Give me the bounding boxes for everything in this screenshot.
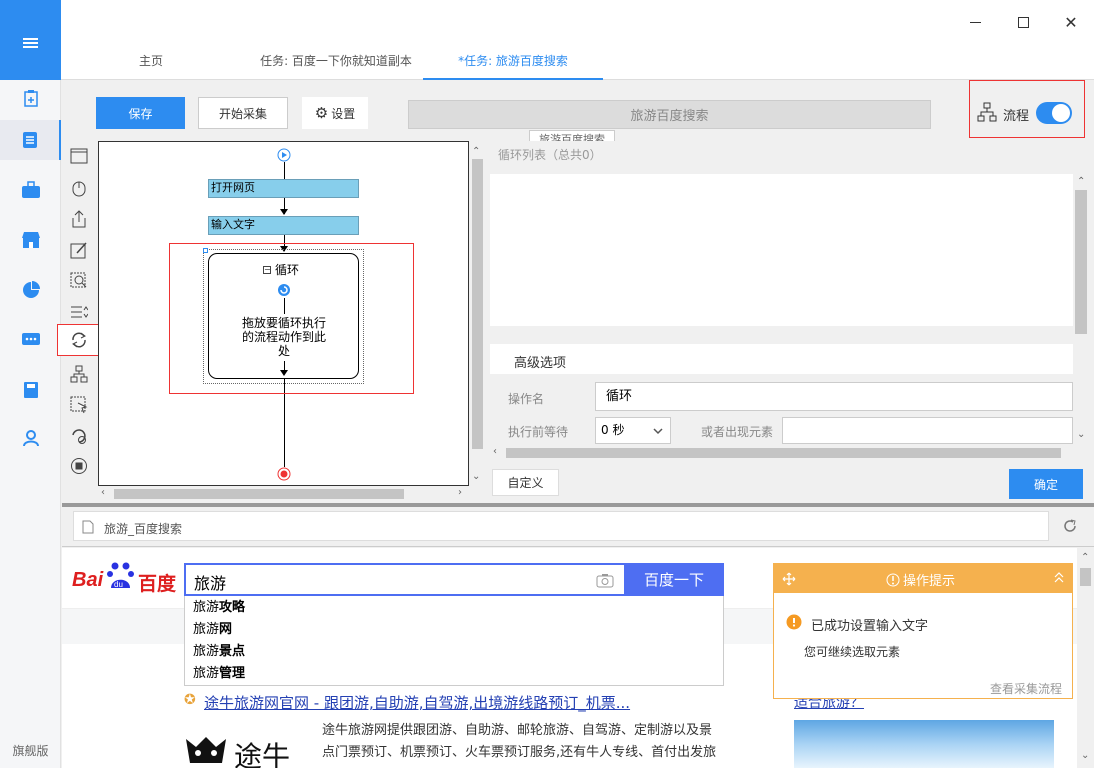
- flow-label: 流程: [1003, 109, 1030, 124]
- loop-list-box[interactable]: [490, 174, 1073, 326]
- wait-select[interactable]: 0 秒: [595, 417, 671, 444]
- advanced-label: 高级选项: [514, 356, 567, 371]
- view-flow-link[interactable]: 查看采集流程: [990, 680, 1062, 697]
- wait-value: 0 秒: [601, 423, 625, 437]
- canvas-hscroll[interactable]: ‹ ›: [98, 487, 469, 501]
- new-task-icon[interactable]: [0, 78, 61, 118]
- maximize-icon[interactable]: [1011, 10, 1035, 34]
- result-favicon: ✪: [184, 692, 196, 708]
- settings-button[interactable]: ⚙ 设置: [302, 97, 368, 129]
- warning-icon: [786, 614, 802, 630]
- tab-task-copy[interactable]: 任务: 百度一下你就知道副本: [241, 52, 431, 80]
- op-name-input[interactable]: 循环: [595, 382, 1073, 411]
- hint-title: 操作提示: [903, 574, 956, 589]
- op-name-label: 操作名: [508, 392, 545, 406]
- baidu-logo: Bai du 百度: [72, 558, 177, 598]
- operation-hint-panel: 操作提示 已成功设置输入文字 您可继续选取元素 查看采集流程: [773, 563, 1073, 699]
- loop-highlight: [169, 243, 414, 394]
- flow-node-input-text[interactable]: 输入文字: [208, 216, 359, 235]
- or-appear-label: 或者出现元素: [701, 425, 774, 439]
- suggestion-item[interactable]: 旅游管理: [185, 663, 723, 685]
- flow-node-open-page[interactable]: 打开网页: [208, 179, 359, 198]
- refresh-tool-icon[interactable]: [62, 420, 96, 452]
- start-node-icon: [277, 148, 291, 162]
- recognize-captcha-tool-icon[interactable]: [62, 265, 96, 297]
- or-appear-input[interactable]: [782, 417, 1073, 444]
- book-icon[interactable]: [0, 370, 61, 410]
- loop-list-label: 循环列表（总共0）: [498, 148, 602, 162]
- confirm-button[interactable]: 确定: [1009, 469, 1083, 499]
- suggestion-item[interactable]: 旅游网: [185, 619, 723, 641]
- click-element-tool-icon[interactable]: [62, 172, 96, 204]
- condition-tool-icon[interactable]: [62, 358, 96, 390]
- loop-tool-icon[interactable]: [57, 324, 100, 356]
- message-icon[interactable]: [0, 320, 61, 360]
- chart-pie-icon[interactable]: [0, 270, 61, 310]
- briefcase-icon[interactable]: [0, 170, 61, 210]
- tab-home[interactable]: 主页: [121, 52, 181, 80]
- baidu-search-input[interactable]: 旅游: [184, 563, 624, 596]
- minimize-icon[interactable]: [963, 10, 987, 34]
- save-button[interactable]: 保存: [96, 97, 185, 129]
- edition-label: 旗舰版: [12, 744, 49, 758]
- user-icon[interactable]: [0, 418, 61, 458]
- settings-label: 设置: [331, 106, 356, 121]
- config-panel: 循环列表（总共0） 高级选项 操作名 循环 执行前等待 0 秒 或者出现元素 ‹…: [490, 141, 1090, 503]
- browser-toolbar: 旅游_百度搜索: [62, 507, 1094, 547]
- tasks-icon[interactable]: [0, 120, 61, 160]
- hint-message: 已成功设置输入文字: [811, 619, 929, 634]
- gear-icon: ⚙: [314, 104, 329, 122]
- reload-icon[interactable]: [1062, 518, 1078, 534]
- move-icon[interactable]: [782, 572, 796, 586]
- chevron-down-icon: [653, 428, 663, 435]
- webpage-vscroll[interactable]: ⌃ ⌄: [1077, 548, 1094, 768]
- page-icon: [82, 520, 94, 534]
- tuniu-logo: 途牛: [184, 733, 302, 768]
- suggestion-dropdown: 旅游攻略 旅游网 旅游景点 旅游管理: [184, 596, 724, 686]
- stop-tool-icon[interactable]: [62, 450, 96, 482]
- end-node-icon: [277, 467, 291, 481]
- panel-hscroll[interactable]: ‹: [490, 446, 1073, 460]
- address-text: 旅游_百度搜索: [104, 522, 183, 536]
- suggestion-item[interactable]: 旅游攻略: [185, 597, 723, 619]
- hint-header[interactable]: 操作提示: [774, 564, 1072, 593]
- close-icon[interactable]: ✕: [1059, 10, 1083, 34]
- result-title-link[interactable]: 途牛旅游网官网 - 跟团游,自助游,自驾游,出境游线路预订_机票...: [204, 692, 674, 713]
- suggestion-item[interactable]: 旅游景点: [185, 641, 723, 663]
- input-text-tool-icon[interactable]: [62, 234, 96, 266]
- start-collect-button[interactable]: 开始采集: [198, 97, 288, 129]
- snippet-line-1: 途牛旅游网提供跟团游、自助游、邮轮旅游、自驾游、定制游以及景: [322, 723, 713, 738]
- info-icon: [886, 573, 900, 586]
- camera-icon[interactable]: [596, 573, 614, 588]
- title-bar: 主页 任务: 百度一下你就知道副本 *任务: 旅游百度搜索 ✕: [61, 0, 1094, 80]
- side-sky-image: [794, 720, 1054, 768]
- flow-toggle[interactable]: [1036, 102, 1072, 124]
- svg-text:du: du: [114, 580, 123, 589]
- snippet-line-2: 点门票预订、机票预订、火车票预订服务,还有牛人专线、首付出发旅: [322, 745, 717, 760]
- menu-toggle[interactable]: [0, 0, 61, 80]
- open-page-tool-icon[interactable]: [62, 140, 96, 172]
- tab-task-active[interactable]: *任务: 旅游百度搜索: [423, 52, 603, 80]
- baidu-search-button[interactable]: 百度一下: [624, 563, 724, 596]
- wait-label: 执行前等待: [508, 425, 569, 439]
- extract-data-tool-icon[interactable]: [62, 203, 96, 235]
- collapse-up-icon[interactable]: [1054, 572, 1064, 584]
- result-snippet: 途牛旅游网提供跟团游、自助游、邮轮旅游、自驾游、定制游以及景 点门票预订、机票预…: [322, 720, 742, 764]
- flowchart-icon: [977, 102, 997, 125]
- store-icon[interactable]: [0, 220, 61, 260]
- sidebar: 旗舰版: [0, 0, 61, 768]
- task-name-field[interactable]: 旅游百度搜索: [408, 100, 931, 129]
- advanced-options-header[interactable]: 高级选项: [490, 344, 1073, 374]
- custom-button[interactable]: 自定义: [492, 469, 559, 496]
- address-bar[interactable]: 旅游_百度搜索: [73, 511, 1049, 541]
- panel-vscroll[interactable]: ⌃ ⌄: [1073, 174, 1090, 444]
- hint-sub: 您可继续选取元素: [804, 645, 901, 659]
- canvas-vscroll[interactable]: ⌃ ⌄: [469, 141, 486, 501]
- tuniu-logo-text: 途牛: [234, 740, 291, 768]
- query-text: 旅游: [194, 574, 227, 593]
- hover-tool-icon[interactable]: [62, 389, 96, 421]
